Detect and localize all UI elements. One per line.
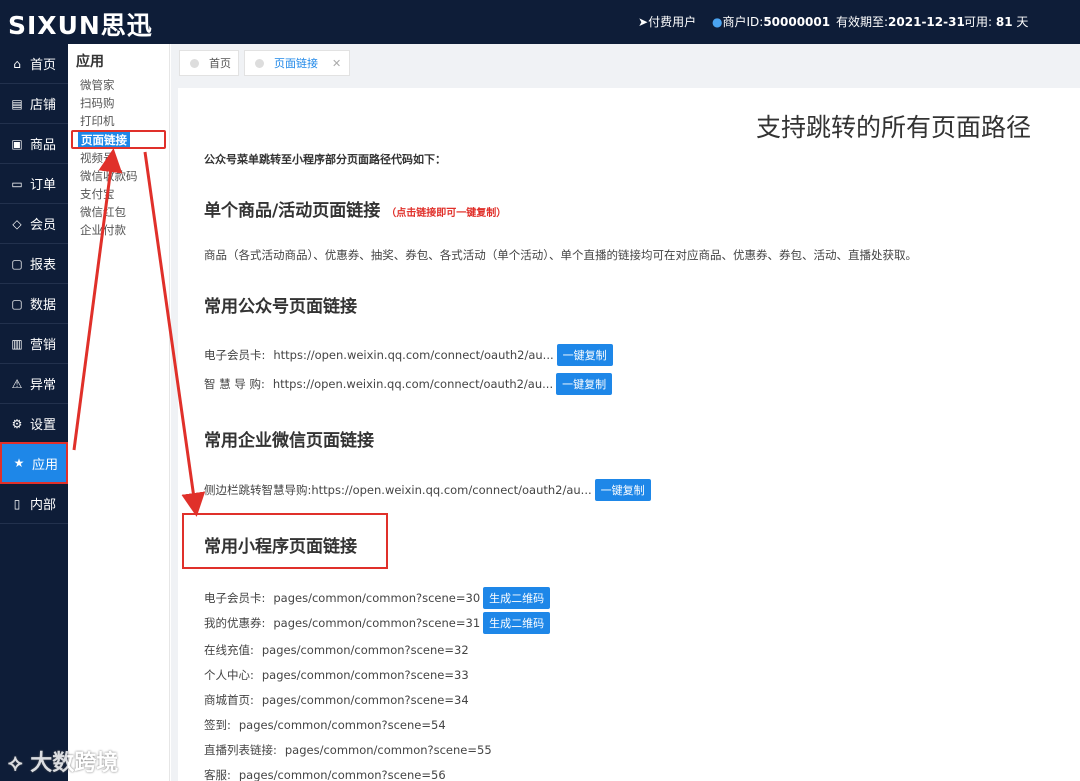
tab-dot-icon [190, 58, 199, 68]
path-row: 签到: pages/common/common?scene=54 [204, 718, 446, 732]
qr-code-button[interactable]: 生成二维码 [483, 612, 551, 634]
submenu: 应用 微管家 扫码购 打印机 页面链接 视频号 微信收款码 支付宝 微信红包 企… [68, 44, 170, 781]
intro-text: 公众号菜单跳转至小程序部分页面路径代码如下： [204, 153, 446, 166]
nav-item-internal[interactable]: ▯ 内部 [0, 484, 68, 524]
order-icon: ▭ [11, 176, 23, 191]
home-icon: ⌂ [13, 56, 21, 71]
gear-icon: ⚙ [11, 416, 23, 431]
submenu-item-red-packet[interactable]: 微信红包 [80, 204, 126, 220]
section-title-single-product: 单个商品/活动页面链接 （点击链接即可一键复制） [204, 201, 507, 221]
gift-icon: ▣ [11, 136, 23, 151]
tab-home[interactable]: 首页 [179, 50, 239, 76]
submenu-item-wei-guanjia[interactable]: 微管家 [80, 77, 115, 93]
submenu-title: 应用 [76, 54, 104, 70]
nav-item-settings[interactable]: ⚙ 设置 [0, 404, 68, 444]
diamond-icon: ◇ [12, 216, 22, 231]
tab-page-links[interactable]: 页面链接 ✕ [244, 50, 350, 76]
nav-item-members[interactable]: ◇ 会员 [0, 204, 68, 244]
tab-dot-icon [255, 58, 264, 68]
link-row: 智 慧 导 购: https://open.weixin.qq.com/conne… [204, 373, 613, 395]
section-title-official-account: 常用公众号页面链接 [204, 297, 357, 317]
watermark-logo-icon: ⟡ [8, 751, 23, 776]
report-icon: ▢ [11, 256, 23, 271]
path-row: 我的优惠券: pages/common/common?scene=31 生成二维码 [204, 612, 551, 634]
document-icon: ▯ [13, 496, 21, 511]
nav-item-apps[interactable]: ★ 应用 [0, 442, 68, 484]
submenu-item-enterprise-pay[interactable]: 企业付款 [80, 222, 126, 238]
copy-button[interactable]: 一键复制 [556, 344, 613, 366]
section-paragraph: 商品（各式活动商品）、优惠券、抽奖、券包、各式活动（单个活动）、单个直播的链接均… [204, 248, 917, 262]
section-title-mini-program: 常用小程序页面链接 [204, 537, 357, 557]
path-row: 在线充值: pages/common/common?scene=32 [204, 643, 469, 657]
path-row: 商城首页: pages/common/common?scene=34 [204, 693, 469, 707]
link-row: 电子会员卡: https://open.weixin.qq.com/connect… [204, 344, 613, 366]
top-bar: SIXUN思迅 ➤付费用户 ●商户ID:50000001 有效期至:2021-1… [0, 0, 1080, 44]
data-icon: ▢ [11, 296, 23, 311]
link-row: 侧边栏跳转智慧导购: https://open.weixin.qq.com/con… [204, 479, 651, 501]
qr-code-button[interactable]: 生成二维码 [483, 587, 551, 609]
paid-user: ➤付费用户 [638, 15, 697, 29]
store-icon: ▤ [11, 96, 23, 111]
nav-item-goods[interactable]: ▣ 商品 [0, 124, 68, 164]
path-row: 直播列表链接: pages/common/common?scene=55 [204, 743, 492, 757]
path-row: 客服: pages/common/common?scene=56 [204, 768, 446, 781]
logo: SIXUN思迅 [8, 11, 153, 40]
nav-item-reports[interactable]: ▢ 报表 [0, 244, 68, 284]
close-icon[interactable]: ✕ [332, 57, 341, 70]
content-gutter [171, 88, 178, 781]
page-title: 支持跳转的所有页面路径 [755, 113, 1031, 142]
available-days: 可用: 81 天 [964, 15, 1029, 29]
expiry-date: 有效期至:2021-12-31 [836, 15, 965, 29]
nav-item-exceptions[interactable]: ⚠ 异常 [0, 364, 68, 404]
highlight-box-page-links [71, 130, 166, 149]
send-icon: ➤ [638, 15, 649, 29]
nav-item-orders[interactable]: ▭ 订单 [0, 164, 68, 204]
submenu-item-wechat-pay-code[interactable]: 微信收款码 [80, 168, 138, 184]
copy-button[interactable]: 一键复制 [556, 373, 613, 395]
path-row: 电子会员卡: pages/common/common?scene=30 生成二维码 [204, 587, 551, 609]
nav-item-store[interactable]: ▤ 店铺 [0, 84, 68, 124]
section-title-enterprise-wechat: 常用企业微信页面链接 [204, 431, 374, 451]
submenu-item-video[interactable]: 视频号 [80, 150, 115, 166]
copy-hint: （点击链接即可一键复制） [386, 208, 507, 219]
drop-icon: ● [712, 15, 723, 29]
nav-item-data[interactable]: ▢ 数据 [0, 284, 68, 324]
submenu-item-scan-buy[interactable]: 扫码购 [80, 95, 115, 111]
star-icon: ★ [13, 456, 25, 470]
nav-item-marketing[interactable]: ▥ 营销 [0, 324, 68, 364]
tab-bar: 首页 页面链接 ✕ [171, 44, 1080, 88]
submenu-item-printer[interactable]: 打印机 [80, 113, 115, 129]
path-row: 个人中心: pages/common/common?scene=33 [204, 668, 469, 682]
submenu-item-alipay[interactable]: 支付宝 [80, 186, 115, 202]
copy-button[interactable]: 一键复制 [594, 479, 651, 501]
left-nav: ⌂ 首页 ▤ 店铺 ▣ 商品 ▭ 订单 ◇ 会员 ▢ 报表 ▢ 数据 ▥ 营销 ⚠ 异常 ⚙ 设置 … [0, 44, 68, 781]
watermark: ⟡ 大数跨境 [8, 751, 119, 776]
nav-item-home[interactable]: ⌂ 首页 [0, 44, 68, 84]
warning-icon: ⚠ [11, 376, 23, 391]
bar-chart-icon: ▥ [11, 336, 23, 351]
merchant-id: ●商户ID:50000001 [712, 15, 831, 29]
